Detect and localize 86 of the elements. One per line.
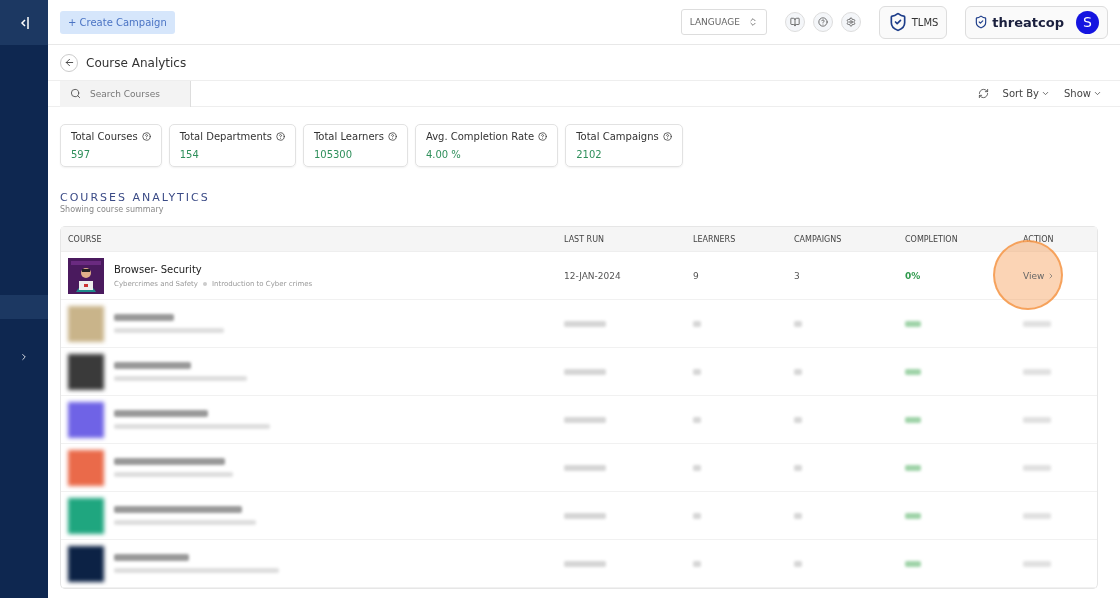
view-button[interactable]: View [1023,270,1056,281]
blurred-text [693,560,701,567]
blurred-text [905,560,921,567]
stat-label: Avg. Completion Rate [425,131,535,142]
expand-icon[interactable] [19,352,29,362]
collapse-sidebar-icon[interactable] [19,15,29,30]
blurred-text [693,512,701,519]
blurred-text [794,416,802,423]
avatar: S [1076,10,1099,34]
help-icon [387,132,397,141]
table-cell-text: 9 [693,270,700,281]
blurred-text [905,416,921,423]
blurred-text [693,416,701,423]
blurred-text [1023,512,1051,519]
blurred-text [1023,560,1051,567]
table-cell-text: 12-JAN-2024 [564,270,622,281]
help-icon [817,17,828,27]
column-header: ACTION [1023,234,1055,244]
blurred-text [905,368,921,375]
help-icon [275,132,285,141]
shield-icon [974,15,989,29]
blurred-text [905,512,921,519]
stat-value: 2102 [576,149,603,160]
blurred-text [564,464,606,471]
blurred-text [693,464,701,471]
tlms-button[interactable]: TLMS [878,5,948,39]
table-cell-text: 3 [794,270,801,281]
book-button[interactable] [784,12,805,32]
stat-label: Total Courses [71,131,138,142]
account-button[interactable]: threatcop S [965,5,1108,39]
column-header: CAMPAIGNS [794,234,843,244]
blurred-text [1023,368,1051,375]
page-title: Course Analytics [86,55,187,70]
blurred-text [564,512,606,519]
settings-button[interactable] [840,12,861,32]
show-button[interactable]: Show [1064,88,1102,99]
column-header: LEARNERS [693,234,737,244]
sort-arrows-icon [747,17,758,27]
create-campaign-button[interactable]: + Create Campaign [60,10,175,34]
column-header: COURSE [68,234,103,244]
help-button[interactable] [812,12,833,32]
blurred-text [1023,416,1051,423]
column-header: LAST RUN [564,234,606,244]
stat-label: Total Departments [179,131,272,142]
back-arrow-icon [63,57,75,68]
blurred-text [564,368,606,375]
blurred-text [564,320,606,327]
book-icon [789,17,800,27]
stat-value: 105300 [313,149,354,160]
blurred-text [693,368,701,375]
language-select[interactable]: LANGUAGE [680,9,767,35]
blurred-text [693,320,701,327]
stat-value: 154 [179,149,200,160]
blurred-text [794,320,802,327]
refresh-icon[interactable] [977,88,989,99]
help-icon [141,132,151,141]
blurred-text [794,464,802,471]
section-subtitle: Showing course summary [60,205,165,214]
blurred-text [905,464,921,471]
separator-dot [202,281,207,286]
completion-value: 0% [905,270,922,281]
search-field[interactable]: Search Courses [60,80,191,107]
column-header: COMPLETION [905,234,959,244]
stat-value: 597 [71,149,92,160]
stat-label: Total Campaigns [576,131,659,142]
help-icon [662,132,672,141]
blurred-text [564,560,606,567]
sort-by-button[interactable]: Sort By [1002,88,1050,99]
blurred-text [905,320,921,327]
brand-logo: threatcop [992,14,1064,30]
stat-label: Total Learners [313,131,384,142]
caret-icon [1093,89,1102,98]
blurred-text [564,416,606,423]
help-icon [538,132,548,141]
blurred-text [1023,464,1051,471]
blurred-text [794,368,802,375]
stat-value: 4.00 % [425,149,462,160]
blurred-text [794,512,802,519]
blurred-text [794,560,802,567]
settings-icon [845,17,856,27]
blurred-text [1023,320,1051,327]
section-title: COURSES ANALYTICS [60,191,211,204]
blurred-text [114,314,174,321]
course-title: Browser- Security [114,263,203,275]
caret-icon [1041,89,1050,98]
back-button[interactable] [60,53,78,72]
